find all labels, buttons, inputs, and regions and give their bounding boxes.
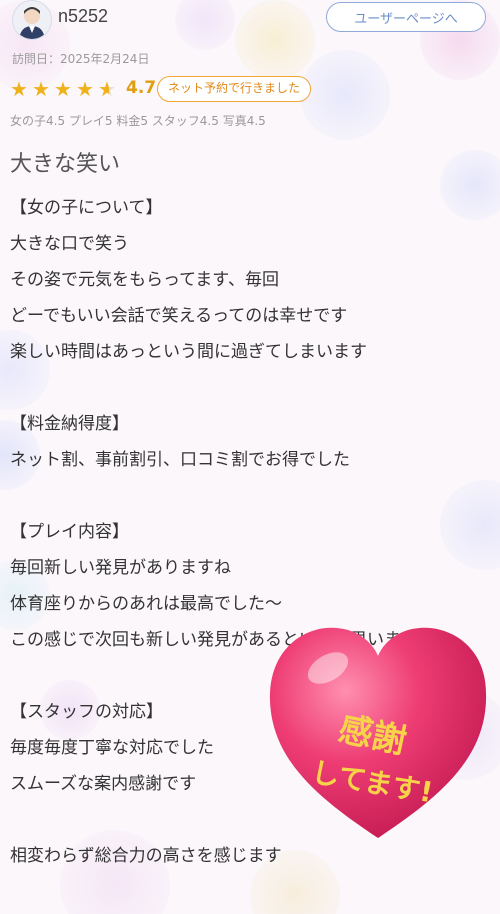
rating-stars: ★ ★ ★ ★ ★ [10,78,120,100]
review-line: どーでもいい会話で笑えるってのは幸せです [10,306,348,326]
section-heading: 【女の子について】 [10,198,163,218]
user-page-button[interactable]: ユーザーページへ [326,2,486,32]
star-full-icon: ★ [32,77,50,101]
thanks-heart-stamp: 感謝 してます! [258,598,498,848]
visit-date: 訪問日：2025年2月24日 [12,52,150,66]
star-full-icon: ★ [10,77,28,101]
rating-value: 4.7 [126,78,157,98]
section-heading: 【プレイ内容】 [10,522,129,542]
section-heading: 【料金納得度】 [10,414,129,434]
review-line: 毎回新しい発見がありますね [10,558,231,578]
user-avatar-icon[interactable] [12,0,52,40]
net-reservation-badge: ネット予約で行きました [157,76,312,102]
star-half-icon: ★ [98,78,120,100]
review-line: 大きな口で笑う [10,234,129,254]
star-full-icon: ★ [76,77,94,101]
review-line: その姿で元気をもらってます、毎回 [10,270,279,290]
star-full-icon: ★ [54,77,72,101]
review-line: ネット割、事前割引、口コミ割でお得でした [10,450,350,470]
review-title: 大きな笑い [10,152,121,177]
review-line: 楽しい時間はあっという間に過ぎてしまいます [10,342,367,362]
subscores: 女の子4.5 プレイ5 料金5 スタッフ4.5 写真4.5 [10,114,266,128]
username: n5252 [58,6,109,26]
